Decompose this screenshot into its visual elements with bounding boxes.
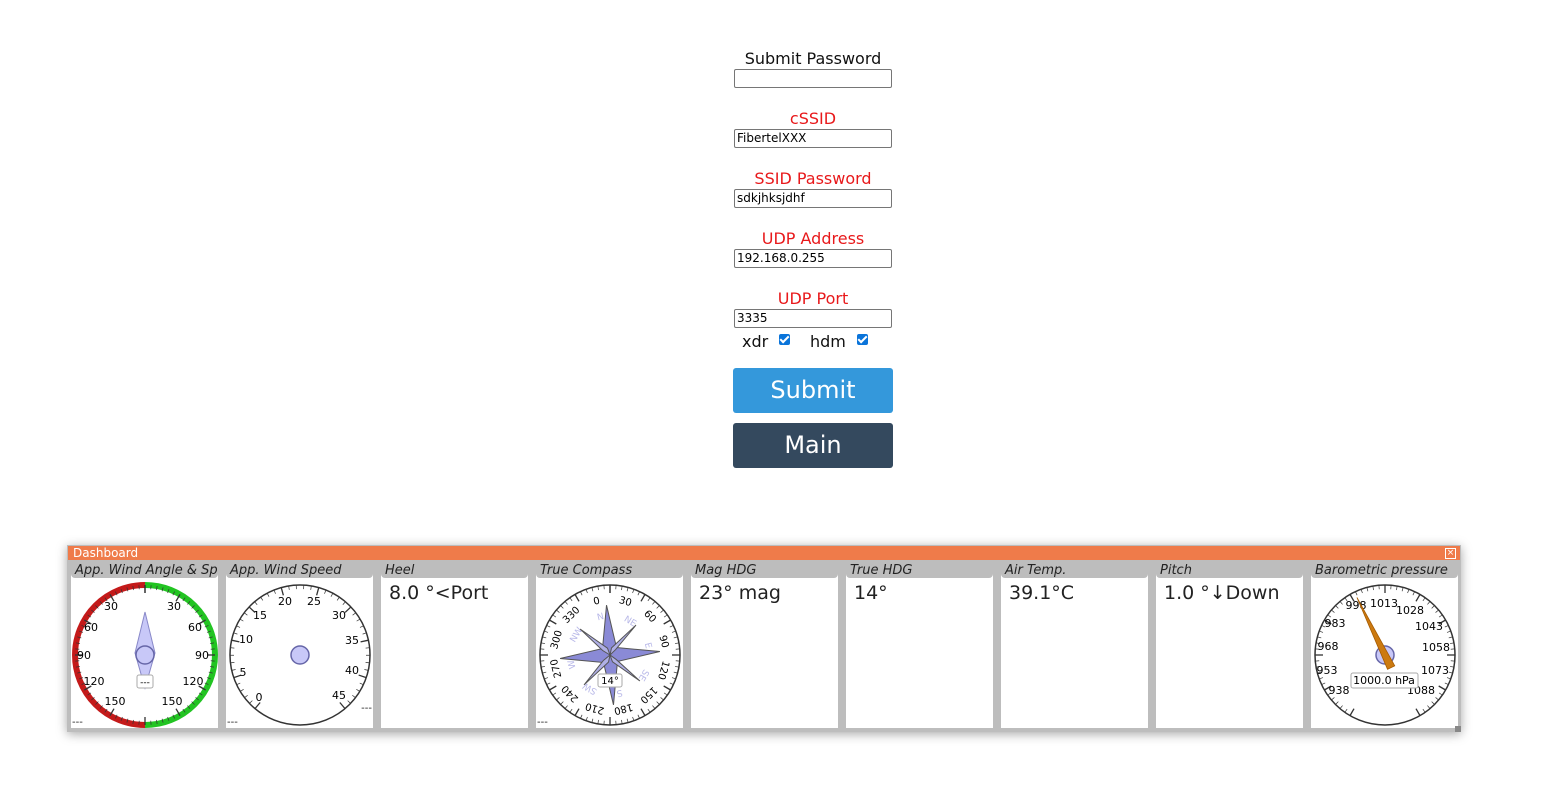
submit-password-label: Submit Password bbox=[744, 49, 882, 68]
tick-label: 25 bbox=[307, 595, 321, 608]
tick-label: 20 bbox=[278, 595, 292, 608]
wind-angle-gauge: 30 30 60 60 90 90 120 120 150 150 --- bbox=[72, 582, 218, 728]
value-label: 1000.0 hPa bbox=[1353, 674, 1415, 687]
widget-title: App. Wind Speed bbox=[226, 564, 373, 578]
tick-label: 1073 bbox=[1421, 664, 1449, 677]
widget-true-hdg[interactable]: True HDG 14° bbox=[844, 562, 995, 730]
tick-label: 45 bbox=[332, 689, 346, 702]
ssid-password-label: SSID Password bbox=[754, 169, 872, 188]
tick-label: 1043 bbox=[1415, 620, 1443, 633]
tick-label: 30 bbox=[104, 600, 118, 613]
tick-label: 1028 bbox=[1396, 604, 1424, 617]
widget-footer-left: --- bbox=[227, 717, 238, 728]
tick-label: 30 bbox=[332, 609, 346, 622]
widget-value: 1.0 °↓Down bbox=[1164, 582, 1280, 604]
tick-label: 15 bbox=[253, 609, 267, 622]
widget-true-compass[interactable]: True Compass 0 30 60 90 120 150 180 210 240 270 30… bbox=[534, 562, 685, 730]
udp-port-label: UDP Port bbox=[777, 289, 849, 308]
tick-label: 968 bbox=[1318, 640, 1339, 653]
options-row: xdr hdm bbox=[733, 331, 893, 351]
tick-label: 1058 bbox=[1422, 641, 1450, 654]
tick-label: 150 bbox=[162, 695, 183, 708]
widget-title: Mag HDG bbox=[691, 564, 838, 578]
barometer-gauge: 938 953 968 983 998 1013 1028 1043 1058 … bbox=[1314, 584, 1456, 726]
tick-label: 30 bbox=[167, 600, 181, 613]
udp-address-input[interactable]: 192.168.0.255 bbox=[734, 249, 892, 268]
dashboard-window: Dashboard × App. Wind Angle & Speed 30 3… bbox=[67, 545, 1461, 732]
wind-speed-gauge: 0 5 10 15 20 25 30 35 40 45 bbox=[229, 584, 371, 726]
tick-label: 35 bbox=[345, 634, 359, 647]
widget-value: 8.0 °<Port bbox=[389, 582, 489, 604]
tick-label: 5 bbox=[240, 666, 247, 679]
widget-value: 14° bbox=[854, 582, 888, 604]
submit-button[interactable]: Submit bbox=[733, 368, 893, 413]
xdr-label: xdr bbox=[742, 332, 769, 351]
widget-title: Air Temp. bbox=[1001, 564, 1148, 578]
hdm-checkbox[interactable] bbox=[857, 334, 868, 345]
heading-label: 14° bbox=[601, 676, 619, 687]
tick-label: 60 bbox=[188, 621, 202, 634]
dashboard-titlebar[interactable]: Dashboard × bbox=[68, 546, 1460, 560]
xdr-checkbox[interactable] bbox=[779, 334, 790, 345]
tick-label: 90 bbox=[195, 649, 209, 662]
tick-label: 120 bbox=[84, 675, 105, 688]
tick-label: 983 bbox=[1325, 617, 1346, 630]
widget-app-wind-angle[interactable]: App. Wind Angle & Speed 30 30 60 60 90 9… bbox=[69, 562, 220, 730]
ssid-password-input[interactable]: sdkjhksjdhf bbox=[734, 189, 892, 208]
tick-label: 120 bbox=[183, 675, 204, 688]
tick-label: 1013 bbox=[1370, 597, 1398, 610]
widget-heel[interactable]: Heel 8.0 °<Port bbox=[379, 562, 530, 730]
widget-pitch[interactable]: Pitch 1.0 °↓Down bbox=[1154, 562, 1305, 730]
resize-handle[interactable] bbox=[1455, 726, 1461, 732]
widget-title: Barometric pressure bbox=[1311, 564, 1458, 578]
main-button[interactable]: Main bbox=[733, 423, 893, 468]
tick-label: 10 bbox=[239, 633, 253, 646]
widget-footer-right: --- bbox=[361, 703, 372, 714]
widget-title: True HDG bbox=[846, 564, 993, 578]
widget-title: App. Wind Angle & Speed bbox=[71, 564, 218, 578]
widget-barometric-pressure[interactable]: Barometric pressure 938 953 968 983 998 … bbox=[1309, 562, 1460, 730]
widget-title: Pitch bbox=[1156, 564, 1303, 578]
widget-air-temp[interactable]: Air Temp. 39.1°C bbox=[999, 562, 1150, 730]
tick-label: 60 bbox=[84, 621, 98, 634]
tick-label: 938 bbox=[1329, 684, 1350, 697]
cssid-label: cSSID bbox=[789, 109, 837, 128]
close-icon[interactable]: × bbox=[1445, 548, 1456, 559]
widget-mag-hdg[interactable]: Mag HDG 23° mag bbox=[689, 562, 840, 730]
submit-password-input[interactable] bbox=[734, 69, 892, 88]
widget-value: 23° mag bbox=[699, 582, 781, 604]
dashboard-title: Dashboard bbox=[73, 546, 139, 560]
center-label: --- bbox=[140, 678, 150, 688]
gauge-hub bbox=[290, 645, 310, 665]
widget-footer: --- bbox=[72, 717, 83, 728]
widget-title: True Compass bbox=[536, 564, 683, 578]
hdm-label: hdm bbox=[810, 332, 846, 351]
tick-label: 953 bbox=[1317, 664, 1338, 677]
gauge-hub bbox=[135, 645, 155, 665]
widget-footer: --- bbox=[537, 717, 548, 728]
tick-label: 40 bbox=[345, 664, 359, 677]
udp-address-label: UDP Address bbox=[761, 229, 865, 248]
cssid-input[interactable]: FibertelXXX bbox=[734, 129, 892, 148]
widget-app-wind-speed[interactable]: App. Wind Speed 0 5 10 15 20 25 30 35 40… bbox=[224, 562, 375, 730]
tick-label: 150 bbox=[105, 695, 126, 708]
udp-port-input[interactable]: 3335 bbox=[734, 309, 892, 328]
tick-label: 0 bbox=[256, 691, 263, 704]
compass-gauge: 0 306090120150180210240270300330 N NEESESS… bbox=[539, 584, 681, 726]
widget-title: Heel bbox=[381, 564, 528, 578]
tick-label: 90 bbox=[77, 649, 91, 662]
widget-value: 39.1°C bbox=[1009, 582, 1075, 604]
